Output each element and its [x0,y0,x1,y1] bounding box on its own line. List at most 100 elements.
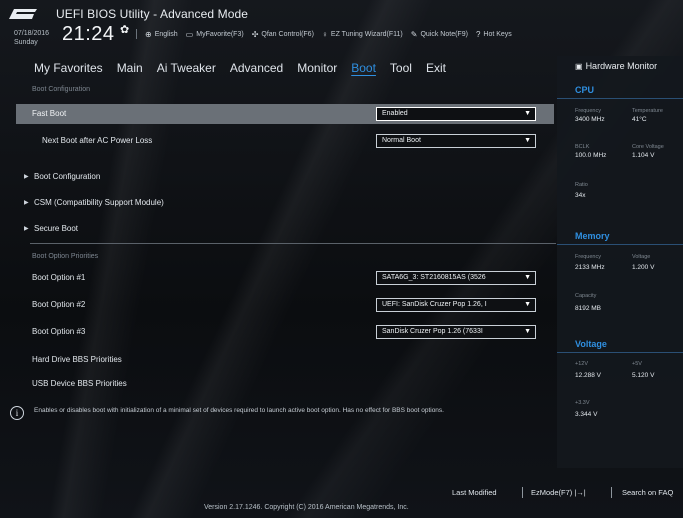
header-bar: UEFI BIOS Utility - Advanced Mode 07/18/… [0,0,683,62]
usb-bbs-label: USB Device BBS Priorities [32,379,127,388]
note-icon: ✎ [410,29,418,39]
divider [611,487,612,498]
cpu-frequency-value: 3400 MHz [575,116,605,123]
boot-option-2-value: UEFI: SanDisk Cruzer Pop 1.26, I [382,301,487,308]
language-button[interactable]: ⊕ English [145,29,178,39]
help-description: Enables or disables boot with initializa… [34,407,444,414]
setting-row-boot-option-1[interactable]: Boot Option #1 SATA6G_3: ST2160815AS (35… [16,268,554,288]
qfan-control-button[interactable]: ✣ Qfan Control(F6) [252,29,314,39]
bulb-icon: ♀ [321,29,328,39]
next-boot-value: Normal Boot [382,137,421,144]
tab-advanced[interactable]: Advanced [223,61,290,75]
submenu-secure-boot[interactable]: ▶ Secure Boot [16,219,554,239]
chevron-down-icon: ▼ [524,110,531,117]
boot-option-2-label: Boot Option #2 [32,300,86,309]
boot-option-3-dropdown[interactable]: SanDisk Cruzer Pop 1.26 (7633I ▼ [376,325,536,339]
footer-bar: Last Modified EzMode(F7) |→| Search on F… [0,470,683,518]
clock-settings-icon[interactable]: ✿ [120,23,129,36]
setting-row-boot-option-2[interactable]: Boot Option #2 UEFI: SanDisk Cruzer Pop … [16,295,554,315]
quick-note-button[interactable]: ✎ Quick Note(F9) [411,29,468,39]
submenu-csm[interactable]: ▶ CSM (Compatibility Support Module) [16,193,554,213]
memory-section-title: Memory [575,231,610,241]
help-bar: i Enables or disables boot with initiali… [4,398,552,430]
info-icon: i [10,406,24,420]
boot-settings-panel: Boot Configuration Fast Boot Enabled ▼ N… [16,80,556,395]
setting-row-boot-option-3[interactable]: Boot Option #3 SanDisk Cruzer Pop 1.26 (… [16,322,554,342]
quick-note-label: Quick Note(F9) [420,30,468,38]
submenu-arrow-icon: ▶ [24,226,29,232]
submenu-label: Boot Configuration [34,172,101,181]
submenu-label: CSM (Compatibility Support Module) [34,198,164,207]
tab-ai-tweaker[interactable]: Ai Tweaker [150,61,223,75]
setting-row-next-boot[interactable]: Next Boot after AC Power Loss Normal Boo… [16,131,554,151]
date-display: 07/18/2016 Sunday [14,29,49,47]
memory-frequency-value: 2133 MHz [575,264,605,271]
cpu-section-title: CPU [575,85,595,95]
boot-option-1-dropdown[interactable]: SATA6G_3: ST2160815AS (3526 ▼ [376,271,536,285]
boot-option-1-value: SATA6G_3: ST2160815AS (3526 [382,274,486,281]
next-boot-dropdown[interactable]: Normal Boot ▼ [376,134,536,148]
date-text: 07/18/2016 [14,30,50,37]
hardware-monitor-panel: ▣ Hardware Monitor CPU Frequency Tempera… [557,56,683,468]
setting-row-fast-boot[interactable]: Fast Boot Enabled ▼ [16,104,554,124]
tab-monitor[interactable]: Monitor [290,61,344,75]
voltage-3v3-label: +3.3V [575,400,590,406]
ezmode-button[interactable]: EzMode(F7) |→| [531,488,586,497]
language-label: English [154,30,178,38]
qfan-control-label: Qfan Control(F6) [261,30,314,38]
globe-icon: ⊕ [145,29,152,39]
chevron-down-icon: ▼ [524,137,531,144]
tab-tool[interactable]: Tool [383,61,419,75]
setting-row-hdd-bbs[interactable]: Hard Drive BBS Priorities [16,350,554,370]
cpu-ratio-value: 34x [575,192,586,199]
voltage-12v-value: 12.288 V [575,372,602,379]
submenu-label: Secure Boot [34,224,79,233]
cpu-core-voltage-value: 1.104 V [632,152,655,159]
last-modified-button[interactable]: Last Modified [452,488,497,497]
section-title-boot-configuration: Boot Configuration [32,86,90,93]
chevron-down-icon: ▼ [524,301,531,308]
ez-tuning-wizard-label: EZ Tuning Wizard(F11) [330,30,403,38]
version-text: Version 2.17.1246. Copyright (C) 2016 Am… [204,504,409,511]
memory-capacity-label: Capacity [575,293,597,299]
shortcut-bar: ⊕ English ▭ MyFavorite(F3) ✣ Qfan Contro… [136,29,512,39]
my-favorite-button[interactable]: ▭ MyFavorite(F3) [186,29,244,39]
cpu-frequency-label: Frequency [575,108,601,114]
cpu-temperature-label: Temperature [632,108,663,114]
chevron-down-icon: ▼ [524,274,531,281]
submenu-boot-configuration[interactable]: ▶ Boot Configuration [16,167,554,187]
cpu-temperature-value: 41°C [632,116,647,123]
memory-voltage-value: 1.200 V [632,264,655,271]
memory-frequency-label: Frequency [575,254,601,260]
asus-logo [8,8,38,20]
ez-tuning-wizard-button[interactable]: ♀ EZ Tuning Wizard(F11) [322,29,403,39]
fast-boot-dropdown[interactable]: Enabled ▼ [376,107,536,121]
memory-voltage-label: Voltage [632,254,651,260]
submenu-arrow-icon: ▶ [24,200,29,206]
fast-boot-label: Fast Boot [32,109,67,118]
voltage-5v-label: +5V [632,361,642,367]
section-title-boot-priorities: Boot Option Priorities [32,253,99,260]
tab-main[interactable]: Main [110,61,150,75]
cpu-bclk-label: BCLK [575,144,590,150]
day-text: Sunday [14,39,38,46]
voltage-section-title: Voltage [575,339,607,349]
setting-row-usb-bbs[interactable]: USB Device BBS Priorities [16,374,554,388]
search-faq-button[interactable]: Search on FAQ [622,488,673,497]
divider [557,98,683,99]
boot-option-2-dropdown[interactable]: UEFI: SanDisk Cruzer Pop 1.26, I ▼ [376,298,536,312]
next-boot-label: Next Boot after AC Power Loss [42,136,153,145]
favorite-icon: ▭ [185,29,194,39]
tab-exit[interactable]: Exit [419,61,453,75]
cpu-ratio-label: Ratio [575,182,588,188]
hardware-monitor-title: Hardware Monitor [585,61,658,71]
boot-option-3-value: SanDisk Cruzer Pop 1.26 (7633I [382,328,483,335]
my-favorite-label: MyFavorite(F3) [196,30,244,38]
voltage-5v-value: 5.120 V [632,372,655,379]
tab-my-favorites[interactable]: My Favorites [34,61,110,75]
help-icon: ? [475,29,481,39]
hot-keys-button[interactable]: ? Hot Keys [476,29,512,39]
cpu-bclk-value: 100.0 MHz [575,152,607,159]
exit-arrow-icon: |→| [574,488,586,497]
tab-boot[interactable]: Boot [344,61,383,75]
